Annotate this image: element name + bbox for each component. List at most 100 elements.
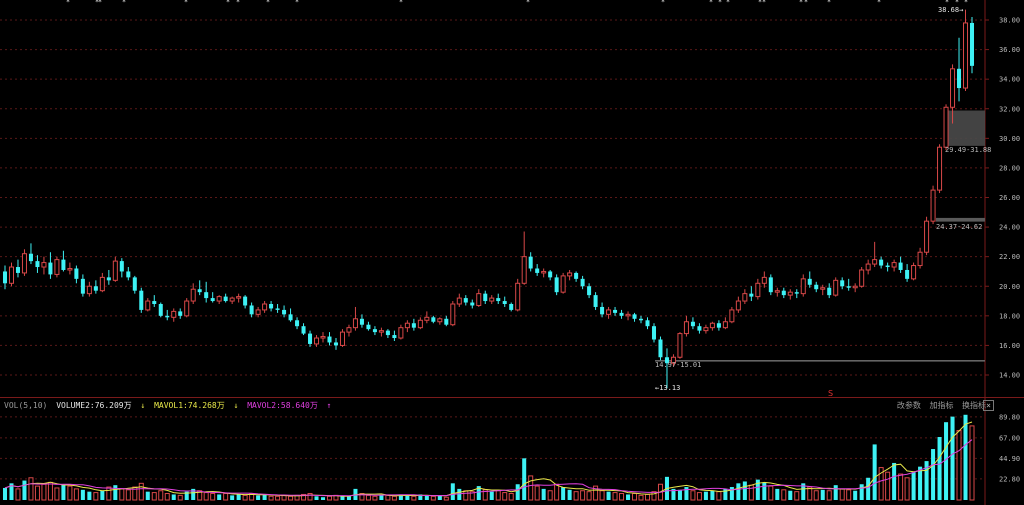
- volume-bar: [638, 494, 644, 501]
- candle: [437, 317, 443, 325]
- price-tick-label: 18.00: [999, 312, 1020, 320]
- candle: [645, 317, 650, 330]
- candle: [126, 267, 131, 281]
- mavol2-line: [4, 439, 973, 497]
- candle: [301, 323, 306, 336]
- candle: [677, 332, 683, 359]
- candle: [15, 259, 20, 278]
- event-marker-icon[interactable]: *: [399, 0, 403, 6]
- close-icon[interactable]: ×: [983, 400, 994, 411]
- candle: [567, 269, 573, 281]
- volume-bar: [846, 489, 852, 501]
- candle: [145, 298, 151, 312]
- volume-bar: [28, 477, 34, 501]
- volume-bar: [391, 495, 397, 501]
- event-marker-icon[interactable]: *: [184, 0, 188, 6]
- candle: [930, 185, 936, 225]
- candle: [450, 301, 456, 327]
- volume-bar: [106, 486, 112, 501]
- volume-bar: [918, 466, 923, 500]
- candle: [690, 317, 695, 330]
- candle: [781, 287, 786, 299]
- event-marker-icon[interactable]: *: [66, 0, 70, 6]
- event-marker-icon[interactable]: *: [827, 0, 831, 6]
- candle: [865, 259, 871, 275]
- candle: [742, 289, 748, 304]
- event-marker-icon[interactable]: *: [295, 0, 299, 6]
- volume-bar: [22, 480, 27, 500]
- volume-bar: [619, 493, 625, 501]
- volume-bar: [742, 481, 747, 500]
- volume-bar: [690, 490, 696, 501]
- candle: [359, 314, 364, 328]
- volume-bar: [554, 483, 560, 501]
- candle: [204, 281, 209, 303]
- event-marker-icon[interactable]: *: [762, 0, 766, 6]
- price-tick-label: 22.00: [999, 253, 1020, 261]
- event-marker-icon[interactable]: *: [98, 0, 102, 6]
- volume-bar: [138, 482, 144, 501]
- volume-bar: [145, 491, 150, 500]
- modify-params-button[interactable]: 改参数: [897, 401, 921, 410]
- event-marker-icon[interactable]: *: [877, 0, 881, 6]
- volume-bar: [457, 488, 462, 500]
- candle: [632, 312, 637, 322]
- volume-bar: [839, 488, 845, 501]
- candle: [496, 293, 501, 304]
- zone-middle-label: 24.37-24.62: [936, 223, 982, 231]
- candle: [424, 311, 430, 324]
- volume-bar: [158, 490, 164, 501]
- candle: [859, 267, 865, 288]
- event-marker-icon[interactable]: *: [799, 0, 803, 6]
- candle: [346, 324, 352, 337]
- volume-bar: [2, 487, 8, 500]
- candle: [366, 321, 371, 331]
- volume-bar: [573, 491, 579, 501]
- price-tick-label: 26.00: [999, 194, 1020, 202]
- candle: [320, 332, 326, 343]
- volume-bar: [969, 425, 975, 501]
- volume-bar: [651, 491, 657, 501]
- candle: [178, 308, 183, 319]
- event-marker-icon[interactable]: *: [226, 0, 230, 6]
- volume-indicator-title[interactable]: VOL(5,10): [4, 401, 47, 410]
- volume-bar: [781, 489, 787, 501]
- volume-bar: [314, 496, 319, 500]
- zone-lower-label: 14.97-15.01: [655, 361, 701, 369]
- event-marker-icon[interactable]: *: [526, 0, 530, 6]
- add-indicator-button[interactable]: 加指标: [929, 401, 953, 410]
- candle: [905, 264, 910, 282]
- event-marker-icon[interactable]: *: [804, 0, 808, 6]
- event-marker-icon[interactable]: *: [964, 0, 968, 6]
- candle: [697, 323, 702, 334]
- candle: [755, 278, 761, 300]
- price-tick-label: 20.00: [999, 283, 1020, 291]
- event-marker-icon[interactable]: *: [122, 0, 126, 6]
- candle: [327, 332, 332, 346]
- price-tick-label: 30.00: [999, 135, 1020, 143]
- candle: [937, 144, 943, 194]
- candle: [119, 258, 124, 278]
- volume-bar: [177, 494, 183, 501]
- event-marker-icon[interactable]: *: [726, 0, 730, 6]
- event-marker-icon[interactable]: *: [709, 0, 713, 6]
- candle: [2, 265, 8, 290]
- candle: [476, 289, 482, 307]
- volume-bar: [41, 483, 47, 501]
- event-marker-icon[interactable]: *: [266, 0, 270, 6]
- event-marker-icon[interactable]: *: [236, 0, 240, 6]
- volume-bar: [710, 490, 715, 500]
- event-marker-icon[interactable]: *: [661, 0, 665, 6]
- volume-bar: [528, 475, 534, 501]
- candle: [139, 287, 144, 313]
- volume-bar: [171, 494, 176, 500]
- candle: [35, 255, 40, 273]
- candle: [184, 298, 190, 318]
- volume-bar: [892, 462, 897, 500]
- volume-bar: [644, 493, 651, 501]
- event-marker-icon[interactable]: *: [718, 0, 722, 6]
- candle: [716, 320, 721, 331]
- candle: [548, 269, 553, 281]
- candle: [613, 306, 618, 316]
- volume-bar: [87, 491, 92, 500]
